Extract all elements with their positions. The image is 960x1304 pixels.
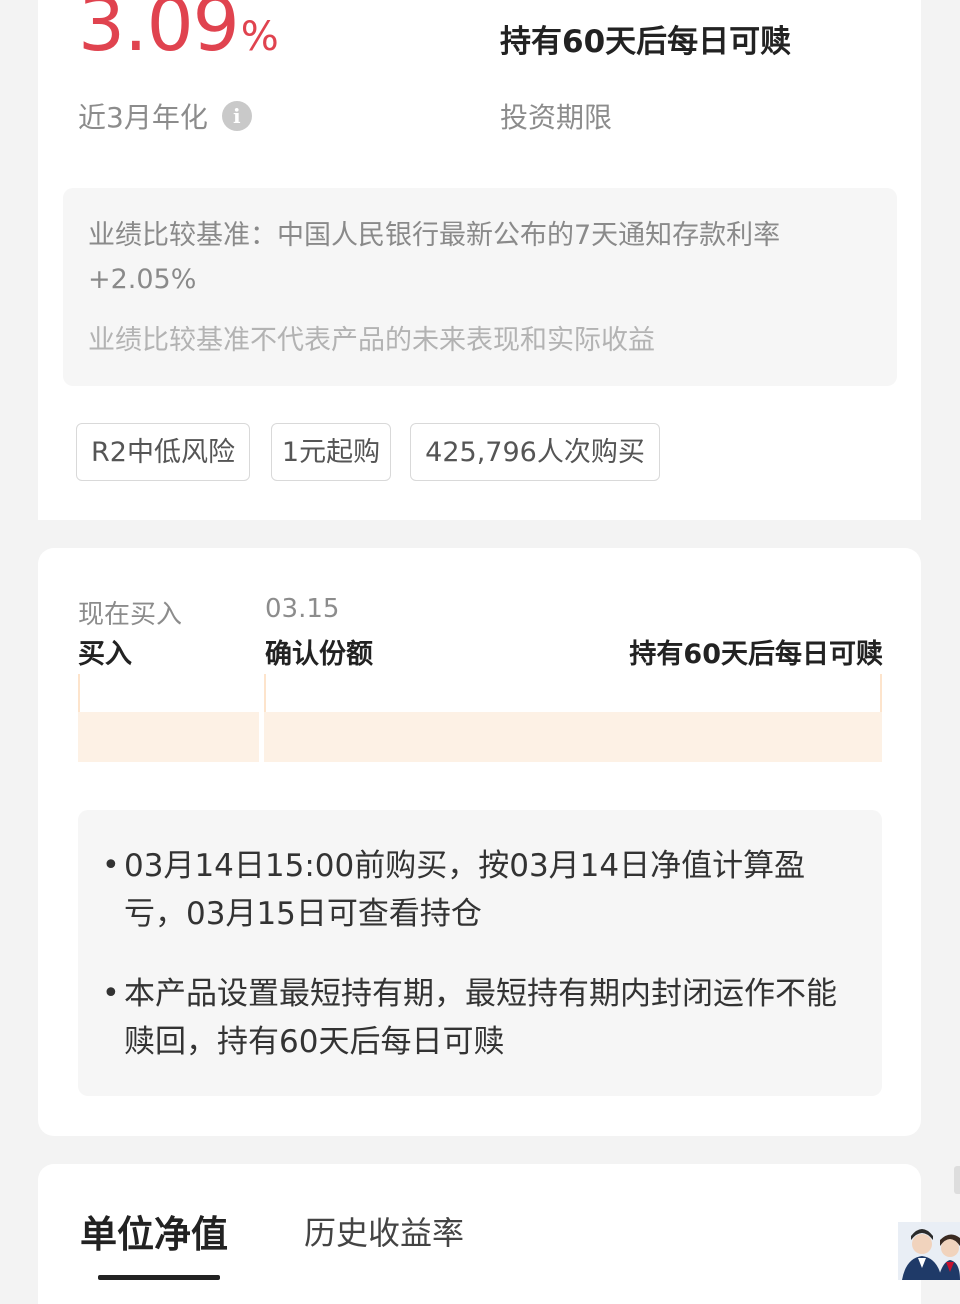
timeline-step2-label: 确认份额 <box>265 639 373 670</box>
bullet: • <box>102 976 120 1011</box>
timeline-step3-label: 持有60天后每日可赎 <box>629 639 883 670</box>
purchase-rules-box: • 03月14日15:00前购买，按03月14日净值计算盈亏，03月15日可查看… <box>78 810 882 1096</box>
risk-level-tag: R2中低风险 <box>76 423 250 481</box>
timeline-step1-time: 现在买入 <box>78 600 183 630</box>
investment-period-value: 持有60天后每日可赎 <box>500 24 792 60</box>
timeline-tick-3 <box>880 674 882 712</box>
avatar-icon <box>898 1222 960 1280</box>
tab-historical-yield[interactable]: 历史收益率 <box>304 1208 464 1254</box>
purchase-count-tag: 425,796人次购买 <box>410 423 660 481</box>
product-summary-card: 3.09% 近3月年化 i 持有60天后每日可赎 投资期限 业绩比较基准：中国人… <box>38 0 921 520</box>
timeline-bar-buy <box>78 712 259 762</box>
timeline-bar-hold <box>264 712 882 762</box>
bullet: • <box>102 848 120 883</box>
tab-unit-net-value[interactable]: 单位净值 <box>80 1204 228 1258</box>
benchmark-disclaimer: 业绩比较基准不代表产品的未来表现和实际收益 <box>88 325 655 356</box>
timeline-step2-date: 03.15 <box>265 594 340 624</box>
annualized-rate: 3.09% <box>78 0 279 68</box>
timeline-step1-label: 买入 <box>78 639 132 670</box>
timeline-tick-2 <box>264 674 266 712</box>
info-icon[interactable]: i <box>221 101 252 131</box>
benchmark-text: 业绩比较基准：中国人民银行最新公布的7天通知存款利率+2.05% <box>88 220 781 295</box>
rate-label: 近3月年化 i <box>78 96 252 136</box>
performance-benchmark-box: 业绩比较基准：中国人民银行最新公布的7天通知存款利率+2.05% 业绩比较基准不… <box>63 188 897 386</box>
active-tab-indicator <box>98 1275 220 1280</box>
purchase-timeline-card: 现在买入 买入 03.15 确认份额 持有60天后每日可赎 • 03月14日15… <box>38 548 921 1136</box>
min-purchase-tag: 1元起购 <box>271 423 391 481</box>
timeline-tick-1 <box>78 674 80 712</box>
customer-service-avatar[interactable] <box>898 1222 960 1280</box>
investment-period-label: 投资期限 <box>500 101 613 134</box>
rule-item: • 本产品设置最短持有期，最短持有期内封闭运作不能赎回，持有60天后每日可赎 <box>102 970 864 1066</box>
net-value-card: 单位净值 历史收益率 <box>38 1164 921 1304</box>
edge-handle[interactable] <box>954 1166 960 1194</box>
rule-item: • 03月14日15:00前购买，按03月14日净值计算盈亏，03月15日可查看… <box>102 842 864 938</box>
